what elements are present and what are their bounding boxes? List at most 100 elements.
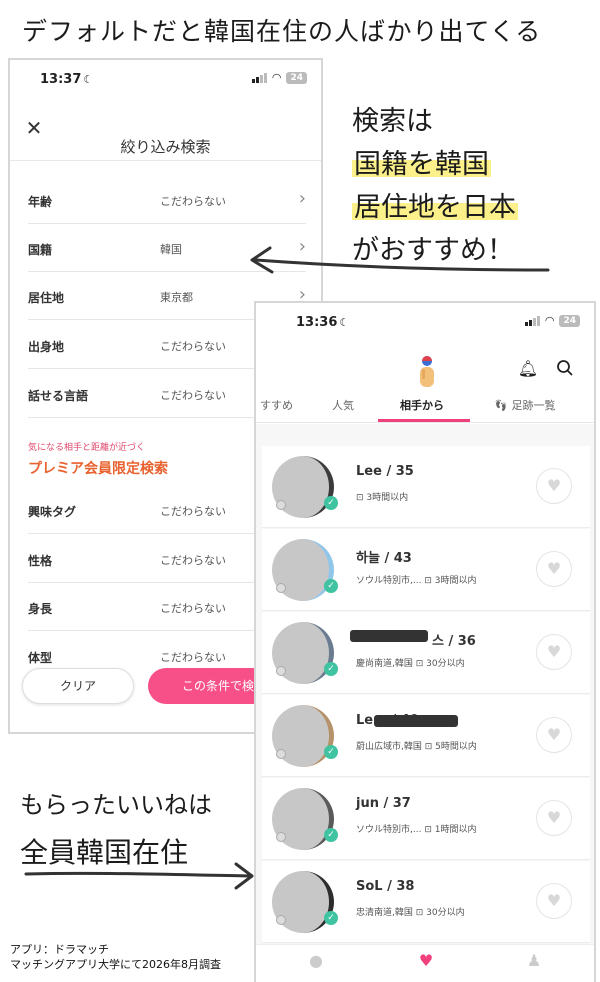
user-name-age: jun / 37: [356, 796, 411, 811]
list-item[interactable]: ✓ 스 / 36 慶尚南道,韓国 ⊡ 30分以内 ♥: [262, 612, 590, 694]
filter-value: こだわらない: [160, 602, 226, 615]
chat-icon[interactable]: ●: [296, 951, 336, 970]
korea-flag-icon: [276, 749, 286, 759]
like-heart-button[interactable]: ♥: [536, 800, 572, 836]
clear-button[interactable]: クリア: [22, 668, 134, 704]
korea-flag-icon: [276, 583, 286, 593]
list-item[interactable]: ✓ Lee / 35 ⊡ 3時間以内 ♥: [262, 446, 590, 528]
like-heart-button[interactable]: ♥: [536, 717, 572, 753]
app-logo-icon: [420, 356, 434, 387]
clock-icon: ⊡: [424, 825, 432, 835]
annotation-highlight: 居住地を日本: [352, 192, 518, 223]
verified-icon: ✓: [324, 662, 338, 676]
likes-list: ✓ Lee / 35 ⊡ 3時間以内 ♥ ✓ 하늘 / 43 ソウル特別市,..…: [256, 424, 594, 944]
list-item[interactable]: ✓ SoL / 38 忠清南道,韓国 ⊡ 30分以内 ♥: [262, 861, 590, 943]
user-meta: 慶尚南道,韓国 ⊡ 30分以内: [356, 659, 465, 669]
annotation-line: もらったいいねは: [20, 791, 212, 819]
heart-icon[interactable]: ♥: [406, 951, 446, 970]
tab-from-partner[interactable]: 相手から: [400, 397, 444, 413]
list-item[interactable]: ✓ 하늘 / 43 ソウル特別市,... ⊡ 3時間以内 ♥: [262, 529, 590, 611]
list-item[interactable]: ✓ Le n / 40 蔚山広域市,韓国 ⊡ 5時間以内 ♥: [262, 695, 590, 777]
user-name-age: 하늘 / 43: [356, 551, 412, 566]
user-meta: ソウル特別市,... ⊡ 3時間以内: [356, 576, 477, 586]
clock-icon: ⊡: [424, 576, 432, 586]
status-time: 13:37 ☾: [40, 72, 94, 87]
filter-label: 身長: [28, 602, 53, 616]
tab-footprints[interactable]: 👣︎ 足跡一覧: [494, 397, 555, 413]
tab-popular[interactable]: 人気: [332, 397, 354, 413]
redaction-bar: [350, 630, 428, 642]
profile-icon[interactable]: ♟: [514, 951, 554, 970]
like-heart-button[interactable]: ♥: [536, 634, 572, 670]
chevron-right-icon: ›: [298, 188, 306, 209]
clock-icon: ⊡: [356, 493, 364, 503]
wifi-icon: ◠: [271, 71, 282, 84]
filter-label: 出身地: [28, 340, 65, 354]
filter-label: 話せる言語: [28, 389, 89, 403]
divider: [10, 160, 321, 161]
headline: デフォルトだと韓国在住の人ばかり出てくる: [22, 17, 542, 46]
redaction-bar: [374, 715, 458, 727]
status-icons: ◠ 24: [524, 314, 580, 327]
korea-flag-icon: [276, 500, 286, 510]
wifi-icon: ◠: [544, 314, 555, 327]
arrow-to-likes-icon: [24, 862, 254, 890]
user-meta: ソウル特別市,... ⊡ 1時間以内: [356, 825, 477, 835]
user-meta: 蔚山広域市,韓国 ⊡ 5時間以内: [356, 742, 477, 752]
premium-title: プレミア会員限定検索: [28, 461, 168, 477]
credit: アプリ：ドラマッチ マッチングアプリ大学にて2026年8月調査: [10, 942, 221, 972]
battery-icon: 24: [286, 72, 307, 84]
clock-icon: ⊡: [415, 659, 424, 669]
annotation-highlight: 国籍を韓国: [352, 149, 491, 180]
battery-icon: 24: [559, 315, 580, 327]
filter-label: 年齢: [28, 195, 53, 209]
verified-icon: ✓: [324, 828, 338, 842]
credit-line: マッチングアプリ大学にて2026年8月調査: [10, 958, 221, 971]
bell-icon[interactable]: 🔔︎: [518, 359, 538, 378]
tab-bar: すすめ 人気 相手から 👣︎ 足跡一覧: [256, 397, 594, 423]
like-heart-button[interactable]: ♥: [536, 883, 572, 919]
filter-label: 興味タグ: [28, 505, 77, 519]
verified-icon: ✓: [324, 579, 338, 593]
signal-icon: [524, 316, 540, 326]
filter-value: 韓国: [160, 243, 182, 256]
korea-flag-icon: [276, 915, 286, 925]
page-title: 絞り込み検索: [120, 138, 211, 156]
status-time: 13:36 ☾: [296, 315, 350, 330]
premium-note: 気になる相手と距離が近づく: [28, 443, 146, 453]
korea-flag-icon: [276, 666, 286, 676]
verified-icon: ✓: [324, 745, 338, 759]
korea-flag-icon: [276, 832, 286, 842]
filter-row-age[interactable]: 年齢 こだわらない ›: [28, 176, 306, 224]
filter-label: 性格: [28, 554, 53, 568]
bottom-nav: ● ♥ ♟: [256, 944, 594, 982]
user-meta: 忠清南道,韓国 ⊡ 30分以内: [356, 908, 465, 918]
status-icons: ◠ 24: [251, 71, 307, 84]
filter-label: 国籍: [28, 243, 53, 257]
user-name-age: SoL / 38: [356, 879, 415, 894]
user-name-age: 스 / 36: [432, 634, 476, 649]
like-heart-button[interactable]: ♥: [536, 551, 572, 587]
verified-icon: ✓: [324, 911, 338, 925]
filter-label: 居住地: [28, 291, 65, 305]
arrow-to-nationality-icon: [250, 246, 550, 274]
like-heart-button[interactable]: ♥: [536, 468, 572, 504]
status-bar: 13:37 ☾ ◠ 24: [10, 60, 321, 98]
active-tab-indicator: [378, 419, 470, 422]
user-name-age: Lee / 35: [356, 464, 414, 479]
user-meta: ⊡ 3時間以内: [356, 493, 409, 503]
verified-icon: ✓: [324, 496, 338, 510]
annotation-line: 検索は: [352, 106, 433, 137]
filter-value: こだわらない: [160, 389, 226, 402]
filter-value: 東京都: [160, 291, 193, 304]
moon-icon: ☾: [83, 73, 94, 86]
filter-value: こだわらない: [160, 195, 226, 208]
filter-value: こだわらない: [160, 554, 226, 567]
filter-value: こだわらない: [160, 505, 226, 518]
list-item[interactable]: ✓ jun / 37 ソウル特別市,... ⊡ 1時間以内 ♥: [262, 778, 590, 860]
search-icon[interactable]: [556, 359, 574, 377]
tab-recommended[interactable]: すすめ: [260, 397, 293, 413]
clock-icon: ⊡: [424, 742, 433, 752]
moon-icon: ☾: [339, 316, 350, 329]
filter-value: こだわらない: [160, 340, 226, 353]
